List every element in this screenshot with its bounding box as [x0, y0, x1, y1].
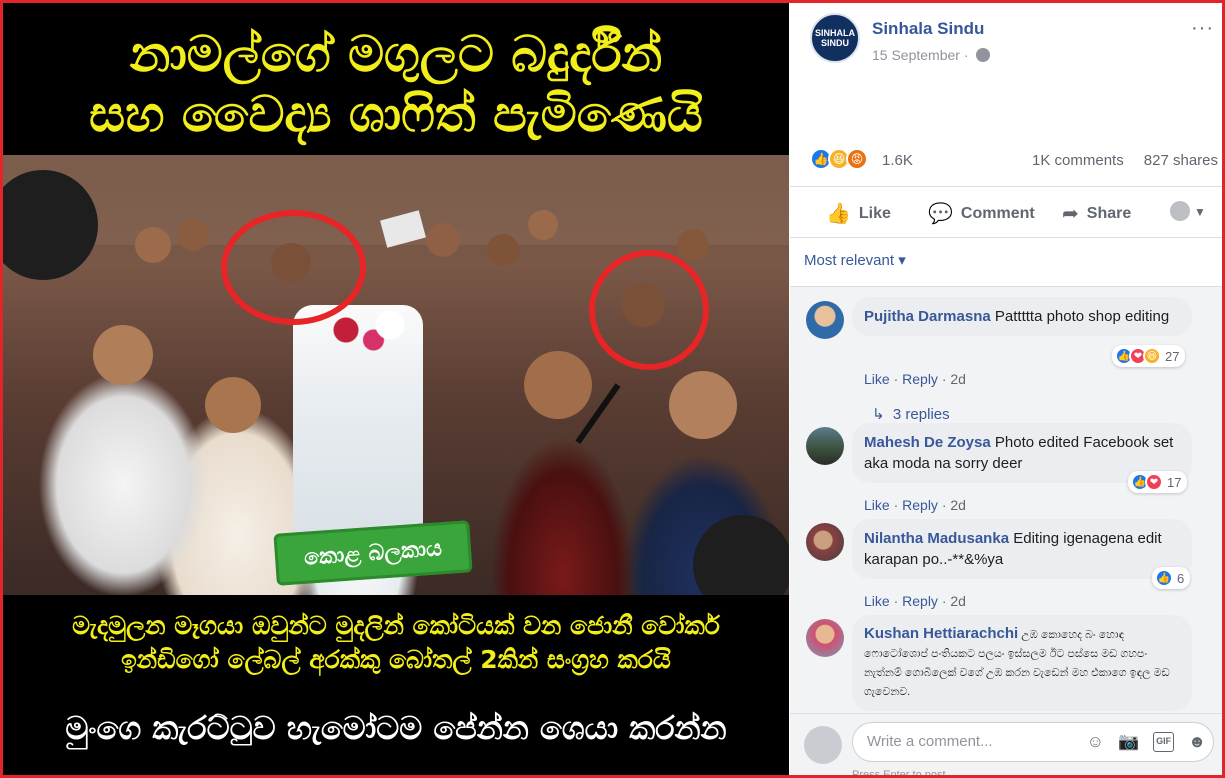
comment-composer: Write a comment... ☺ 📷 GIF ☻ Press Enter… — [790, 713, 1222, 778]
comment-reactions[interactable]: 👍 6 — [1152, 567, 1191, 589]
commenter-name[interactable]: Kushan Hettiarachchi — [864, 625, 1018, 642]
avatar[interactable] — [806, 619, 844, 657]
reaction-count: 17 — [1167, 474, 1182, 490]
sticker-icon[interactable]: ☻ — [1188, 732, 1206, 752]
image-headline-1: නාමල්ගේ මගුලට බදුර්දීන් — [129, 25, 663, 83]
image-caption-1: මැදමුලන මෑගයා ඔවුන්ට මුදලින් කෝටියක් වන … — [72, 611, 720, 640]
page-avatar[interactable]: SINHALA SINDU — [810, 13, 860, 63]
comment-label: Comment — [960, 204, 1035, 222]
comment-reply-link[interactable]: Reply — [902, 371, 938, 387]
gif-icon[interactable]: GIF — [1153, 732, 1175, 752]
commenter-name[interactable]: Pujitha Darmasna — [864, 308, 991, 325]
speech-bubble-icon: 💬 — [928, 203, 953, 225]
comment-like-link[interactable]: Like — [864, 593, 890, 609]
comment-actions: Like · Reply · 2d — [864, 593, 966, 609]
comments-list[interactable]: Pujitha Darmasna Pattttta photo shop edi… — [790, 286, 1222, 713]
comment-input-placeholder: Write a comment... — [867, 733, 993, 750]
reaction-count: 6 — [1177, 570, 1185, 586]
emoji-icon[interactable]: ☺ — [1087, 732, 1104, 752]
composer-tools: ☺ 📷 GIF ☻ — [1087, 732, 1206, 752]
wedding-photo: කොළ බලකාය — [3, 155, 789, 595]
comment-reply-link[interactable]: Reply — [902, 593, 938, 609]
avatar[interactable] — [806, 523, 844, 561]
love-reaction-icon: ❤ — [1145, 473, 1163, 491]
commenter-name[interactable]: Mahesh De Zoysa — [864, 434, 991, 451]
reply-arrow-icon: ↳ — [872, 406, 885, 423]
thumbs-up-icon: 👍 — [826, 203, 851, 225]
comment-time[interactable]: 2d — [950, 593, 966, 609]
globe-icon — [976, 48, 991, 62]
image-caption-3: මුංගෙ කැරට්ටුව හැමෝටම පේන්න ශෙයා කරන්න — [65, 709, 727, 747]
comment-reactions[interactable]: 👍 ❤ 17 — [1128, 471, 1188, 493]
comment-actions: Like · Reply · 2d — [864, 497, 966, 513]
image-caption-2: ඉන්ඩිගෝ ලේබල් අරක්කු බෝතල් 2කින් සංග්‍රහ… — [121, 645, 671, 674]
press-enter-hint: Press Enter to post. — [852, 769, 949, 778]
comment-text: Pattttta photo shop editing — [994, 308, 1170, 325]
reaction-count: 27 — [1165, 348, 1180, 364]
reactions-summary: 👍 😆 😡 1.6K 1K comments 827 shares — [810, 148, 1218, 174]
angry-reaction-icon: 😡 — [846, 148, 868, 170]
post-timestamp[interactable]: 15 September · — [872, 47, 991, 63]
share-arrow-icon: ➦ — [1062, 203, 1079, 225]
avatar — [804, 726, 842, 764]
like-label: Like — [858, 204, 891, 222]
page-name-link[interactable]: Sinhala Sindu — [872, 19, 984, 39]
comment-time[interactable]: 2d — [950, 371, 966, 387]
avatar[interactable] — [806, 427, 844, 465]
comments-count-link[interactable]: 1K comments — [1032, 152, 1124, 169]
replies-count: 3 replies — [892, 406, 950, 423]
share-label: Share — [1086, 204, 1132, 222]
comment-sort-dropdown[interactable]: Most relevant ▾ — [804, 251, 906, 269]
image-headline-2: සහ වෛද්‍ය ශාෆිත් පැමිණෙයි — [89, 85, 703, 143]
viewer-avatar[interactable] — [1170, 201, 1190, 221]
avatar[interactable] — [806, 301, 844, 339]
share-button[interactable]: ➦ Share — [1062, 201, 1131, 226]
comment-like-link[interactable]: Like — [864, 371, 890, 387]
post-action-bar: 👍 Like 💬 Comment ➦ Share ▼ — [790, 186, 1222, 238]
red-circle-highlight-left — [221, 210, 366, 325]
comment-bubble: Kushan Hettiarachchi උඹ කොහෙද බං හොඳ ෆොට… — [852, 615, 1192, 711]
red-circle-highlight-right — [589, 250, 709, 370]
comment-time[interactable]: 2d — [950, 497, 966, 513]
view-replies-link[interactable]: ↳ 3 replies — [872, 405, 950, 423]
comment-bubble: Nilantha Madusanka Editing igenagena edi… — [852, 519, 1192, 579]
comment-actions: Like · Reply · 2d — [864, 371, 966, 387]
post-sidebar: SINHALA SINDU Sinhala Sindu 15 September… — [790, 3, 1222, 778]
like-button[interactable]: 👍 Like — [826, 201, 891, 226]
more-options-icon[interactable]: ··· — [1191, 17, 1214, 40]
reactions-count[interactable]: 1.6K — [882, 152, 913, 169]
reaction-icons[interactable]: 👍 😆 😡 — [810, 148, 868, 170]
comment-like-link[interactable]: Like — [864, 497, 890, 513]
camera-icon[interactable]: 📷 — [1118, 732, 1139, 752]
like-reaction-icon: 👍 — [1155, 569, 1173, 587]
comment-reply-link[interactable]: Reply — [902, 497, 938, 513]
chevron-down-icon[interactable]: ▼ — [1194, 205, 1206, 219]
post-image[interactable]: නාමල්ගේ මගුලට බදුර්දීන් සහ වෛද්‍ය ශාෆිත්… — [3, 3, 789, 775]
post-header: SINHALA SINDU Sinhala Sindu 15 September… — [790, 3, 1222, 143]
post-date-text[interactable]: 15 September · — [872, 47, 972, 63]
haha-reaction-icon: 😆 — [1143, 347, 1161, 365]
comment-bubble: Pujitha Darmasna Pattttta photo shop edi… — [852, 297, 1192, 336]
commenter-name[interactable]: Nilantha Madusanka — [864, 530, 1009, 547]
shares-count-link[interactable]: 827 shares — [1144, 152, 1218, 169]
comment-reactions[interactable]: 👍 ❤ 😆 27 — [1112, 345, 1186, 367]
